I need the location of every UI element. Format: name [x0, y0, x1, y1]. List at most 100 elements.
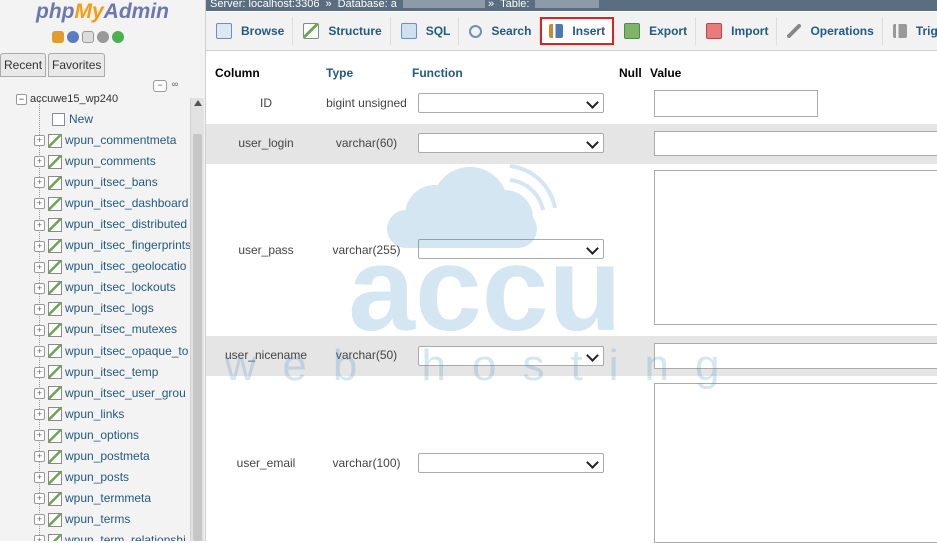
- home-icon[interactable]: [52, 31, 64, 43]
- sidebar-table-item[interactable]: + wpun_itsec_user_grou: [34, 383, 190, 404]
- tab-browse[interactable]: Browse: [206, 17, 294, 45]
- expand-icon[interactable]: +: [34, 387, 45, 399]
- expand-icon[interactable]: +: [34, 493, 45, 505]
- value-textarea[interactable]: [654, 170, 937, 325]
- scrollbar-thumb[interactable]: [193, 134, 202, 541]
- sidebar-table-item[interactable]: + wpun_options: [34, 425, 190, 446]
- value-input[interactable]: [654, 131, 937, 156]
- tab-structure[interactable]: Structure: [293, 17, 391, 45]
- sidebar-table-item[interactable]: + wpun_itsec_distributed: [34, 214, 190, 235]
- expand-icon[interactable]: +: [34, 366, 45, 378]
- table-label: wpun_itsec_fingerprints: [65, 238, 190, 253]
- scroll-up-icon[interactable]: [194, 100, 202, 106]
- value-input[interactable]: [654, 343, 937, 369]
- value-input[interactable]: [654, 90, 818, 117]
- collapse-all-icon[interactable]: −: [153, 80, 167, 92]
- function-select[interactable]: [418, 133, 604, 153]
- docs-icon[interactable]: [82, 31, 94, 43]
- table-label: wpun_postmeta: [65, 448, 150, 463]
- expand-icon[interactable]: +: [34, 198, 45, 210]
- exit-icon[interactable]: [67, 31, 79, 43]
- sidebar-table-item[interactable]: + wpun_links: [34, 404, 190, 425]
- gear-icon[interactable]: [97, 31, 109, 43]
- expand-icon[interactable]: +: [34, 472, 45, 484]
- expand-icon[interactable]: +: [34, 345, 45, 357]
- tab-sql[interactable]: SQL: [391, 17, 460, 45]
- table-icon: [48, 218, 62, 233]
- tab-triggers[interactable]: Trig: [883, 17, 937, 45]
- header-null: Null: [619, 66, 642, 80]
- export-icon: [624, 23, 641, 39]
- expand-icon[interactable]: +: [34, 156, 45, 168]
- breadcrumb-database[interactable]: Database: a: [338, 0, 397, 10]
- expand-icon[interactable]: +: [34, 430, 45, 442]
- tree-new-table[interactable]: New: [52, 109, 205, 130]
- value-textarea[interactable]: [654, 383, 937, 543]
- expand-icon[interactable]: +: [34, 408, 45, 420]
- logo-admin: Admin: [103, 0, 169, 23]
- expand-icon[interactable]: +: [34, 324, 45, 336]
- tab-label: Insert: [572, 24, 606, 38]
- tab-import[interactable]: Import: [696, 17, 778, 45]
- sidebar-table-item[interactable]: + wpun_itsec_fingerprints: [34, 235, 190, 256]
- sidebar-table-item[interactable]: + wpun_itsec_geolocatio: [34, 256, 190, 277]
- tab-search[interactable]: Search: [459, 17, 541, 45]
- expand-icon[interactable]: +: [34, 451, 45, 463]
- breadcrumb-server[interactable]: Server: localhost:3306: [210, 0, 319, 10]
- new-label: New: [69, 112, 94, 126]
- function-select[interactable]: [418, 239, 604, 259]
- tab-operations[interactable]: Operations: [777, 17, 883, 45]
- tab-label: Browse: [241, 24, 285, 38]
- phpmyadmin-logo[interactable]: phpMyAdmin: [0, 0, 205, 26]
- function-select[interactable]: [418, 346, 604, 366]
- table-icon: [48, 407, 62, 422]
- sidebar-table-item[interactable]: + wpun_itsec_opaque_to: [34, 341, 190, 362]
- sidebar-table-item[interactable]: + wpun_itsec_mutexes: [34, 319, 190, 340]
- sidebar-table-item[interactable]: + wpun_itsec_bans: [34, 172, 190, 193]
- tab-favorites[interactable]: Favorites: [48, 53, 106, 77]
- table-icon: [48, 512, 62, 527]
- tab-recent[interactable]: Recent: [0, 53, 47, 77]
- expand-icon[interactable]: +: [34, 219, 45, 231]
- tree-database[interactable]: − accuwe15_wp240: [16, 90, 118, 108]
- sidebar-table-item[interactable]: + wpun_terms: [34, 509, 190, 530]
- function-select[interactable]: [418, 93, 604, 113]
- expand-icon[interactable]: +: [34, 282, 45, 294]
- sidebar-table-item[interactable]: + wpun_termmeta: [34, 488, 190, 509]
- table-label: wpun_terms: [65, 511, 131, 526]
- sidebar-table-item[interactable]: + wpun_itsec_logs: [34, 298, 190, 319]
- expand-icon[interactable]: +: [34, 303, 45, 315]
- sidebar-table-item[interactable]: + wpun_commentmeta: [34, 130, 190, 151]
- sidebar-table-item[interactable]: + wpun_term_relationshi: [34, 530, 190, 541]
- column-name: user_login: [238, 136, 294, 150]
- function-select[interactable]: [418, 453, 604, 473]
- sidebar-table-item[interactable]: + wpun_postmeta: [34, 446, 190, 467]
- navigation-sidebar: phpMyAdmin Recent Favorites − ∞ − accuwe1…: [0, 0, 206, 541]
- collapse-icon[interactable]: −: [16, 93, 27, 105]
- breadcrumb-table[interactable]: Table:: [500, 0, 529, 10]
- expand-icon[interactable]: +: [34, 261, 45, 273]
- browse-icon: [216, 23, 232, 39]
- sidebar-table-item[interactable]: + wpun_itsec_temp: [34, 362, 190, 383]
- expand-icon[interactable]: +: [34, 135, 45, 147]
- expand-icon[interactable]: +: [34, 240, 45, 252]
- tab-export[interactable]: Export: [614, 17, 697, 45]
- expand-icon[interactable]: +: [34, 514, 45, 526]
- link-icon[interactable]: ∞: [169, 80, 181, 90]
- header-function[interactable]: Function: [412, 66, 463, 80]
- sidebar-table-item[interactable]: + wpun_comments: [34, 151, 190, 172]
- sidebar-table-item[interactable]: + wpun_posts: [34, 467, 190, 488]
- table-label: wpun_itsec_lockouts: [65, 280, 176, 295]
- sidebar-scrollbar[interactable]: [190, 98, 204, 541]
- sidebar-table-item[interactable]: + wpun_itsec_dashboard: [34, 193, 190, 214]
- structure-icon: [303, 23, 320, 39]
- sidebar-table-item[interactable]: + wpun_itsec_lockouts: [34, 277, 190, 298]
- reload-icon[interactable]: [112, 31, 124, 43]
- tab-insert[interactable]: Insert: [540, 17, 615, 45]
- table-label: wpun_itsec_temp: [65, 364, 159, 379]
- header-type[interactable]: Type: [326, 66, 353, 80]
- expand-icon[interactable]: +: [34, 177, 45, 189]
- expand-icon[interactable]: +: [34, 535, 45, 541]
- database-label: accuwe15_wp240: [30, 93, 119, 105]
- column-type: varchar(100): [332, 456, 401, 470]
